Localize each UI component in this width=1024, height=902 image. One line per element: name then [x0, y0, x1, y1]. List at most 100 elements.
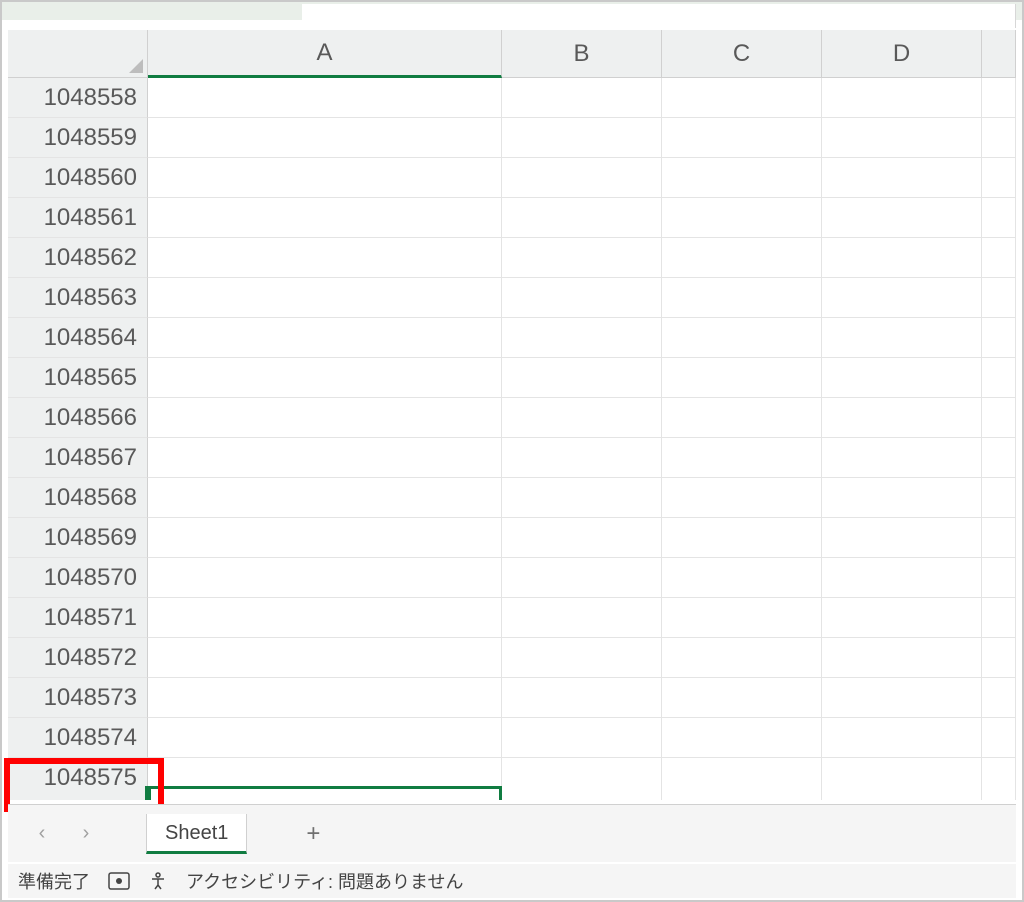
cell[interactable] [822, 558, 982, 598]
row-header[interactable]: 1048562 [8, 238, 148, 278]
cell[interactable] [148, 278, 502, 318]
cell[interactable] [502, 118, 662, 158]
cell[interactable] [822, 598, 982, 638]
cell[interactable] [982, 558, 1016, 598]
cell[interactable] [822, 238, 982, 278]
row-header[interactable]: 1048563 [8, 278, 148, 318]
cell[interactable] [502, 758, 662, 786]
row-header[interactable]: 1048567 [8, 438, 148, 478]
cell[interactable] [148, 78, 502, 118]
cell[interactable] [502, 786, 662, 800]
cell[interactable] [982, 718, 1016, 758]
cell[interactable] [662, 678, 822, 718]
cell[interactable] [822, 678, 982, 718]
cell[interactable] [502, 238, 662, 278]
accessibility-icon[interactable] [148, 871, 168, 891]
cell[interactable] [502, 158, 662, 198]
row-header[interactable]: 1048564 [8, 318, 148, 358]
cell[interactable] [662, 718, 822, 758]
row-header[interactable]: 1048558 [8, 78, 148, 118]
cell[interactable] [662, 318, 822, 358]
cell[interactable] [662, 518, 822, 558]
cell[interactable] [502, 558, 662, 598]
cell[interactable] [502, 438, 662, 478]
cell[interactable] [148, 598, 502, 638]
row-header[interactable]: 1048566 [8, 398, 148, 438]
cell[interactable] [148, 518, 502, 558]
cell[interactable] [662, 758, 822, 786]
row-header[interactable]: 1048560 [8, 158, 148, 198]
row-header[interactable]: 1048574 [8, 718, 148, 758]
cell[interactable] [982, 238, 1016, 278]
row-header[interactable]: 1048575 [8, 758, 148, 786]
cell[interactable] [662, 158, 822, 198]
row-header[interactable]: 1048561 [8, 198, 148, 238]
cell[interactable] [662, 638, 822, 678]
cell[interactable] [982, 678, 1016, 718]
cell[interactable] [502, 398, 662, 438]
cell[interactable] [502, 358, 662, 398]
cell[interactable] [148, 358, 502, 398]
cell[interactable] [502, 198, 662, 238]
cell[interactable] [662, 278, 822, 318]
cell[interactable] [662, 598, 822, 638]
cell[interactable] [148, 638, 502, 678]
cell[interactable] [982, 358, 1016, 398]
row-header[interactable]: 1048570 [8, 558, 148, 598]
cell[interactable] [502, 598, 662, 638]
cell[interactable] [502, 278, 662, 318]
cell[interactable] [148, 786, 502, 800]
cell[interactable] [822, 758, 982, 786]
cell[interactable] [982, 518, 1016, 558]
cell[interactable] [662, 78, 822, 118]
cell[interactable] [662, 238, 822, 278]
cell[interactable] [982, 598, 1016, 638]
cell[interactable] [822, 278, 982, 318]
cell[interactable] [662, 786, 822, 800]
row-header[interactable]: 1048568 [8, 478, 148, 518]
cell[interactable] [982, 786, 1016, 800]
cell[interactable] [148, 438, 502, 478]
sheet-tab[interactable]: Sheet1 [146, 814, 247, 854]
cell[interactable] [148, 678, 502, 718]
column-header-c[interactable]: C [662, 30, 822, 78]
row-header[interactable]: 1048559 [8, 118, 148, 158]
cell[interactable] [502, 518, 662, 558]
add-sheet-button[interactable]: + [293, 814, 333, 854]
prev-sheet-button[interactable]: ‹ [28, 820, 56, 848]
cell[interactable] [822, 478, 982, 518]
cell[interactable] [148, 718, 502, 758]
cell[interactable] [822, 318, 982, 358]
cell[interactable] [982, 438, 1016, 478]
cell[interactable] [502, 718, 662, 758]
cell[interactable] [148, 118, 502, 158]
cell[interactable] [982, 478, 1016, 518]
cell[interactable] [822, 638, 982, 678]
cell[interactable] [662, 398, 822, 438]
cell[interactable] [822, 118, 982, 158]
cell[interactable] [148, 238, 502, 278]
cell[interactable] [148, 318, 502, 358]
macro-record-icon[interactable] [108, 872, 130, 890]
formula-bar[interactable] [302, 4, 1016, 28]
row-header[interactable]: 1048571 [8, 598, 148, 638]
row-header[interactable]: 1048569 [8, 518, 148, 558]
cell[interactable] [982, 318, 1016, 358]
column-header-a[interactable]: A [148, 30, 502, 78]
cell[interactable] [502, 478, 662, 518]
cell[interactable] [822, 518, 982, 558]
cell[interactable] [148, 398, 502, 438]
cell[interactable] [982, 758, 1016, 786]
cell[interactable] [982, 278, 1016, 318]
cell[interactable] [822, 158, 982, 198]
cell[interactable] [822, 786, 982, 800]
cell[interactable] [502, 318, 662, 358]
row-header[interactable]: 1048565 [8, 358, 148, 398]
cell[interactable] [148, 158, 502, 198]
cell[interactable] [148, 558, 502, 598]
cell[interactable] [982, 638, 1016, 678]
column-header-e-partial[interactable] [982, 30, 1016, 78]
cell[interactable] [982, 118, 1016, 158]
cell[interactable] [982, 158, 1016, 198]
cell[interactable] [822, 398, 982, 438]
